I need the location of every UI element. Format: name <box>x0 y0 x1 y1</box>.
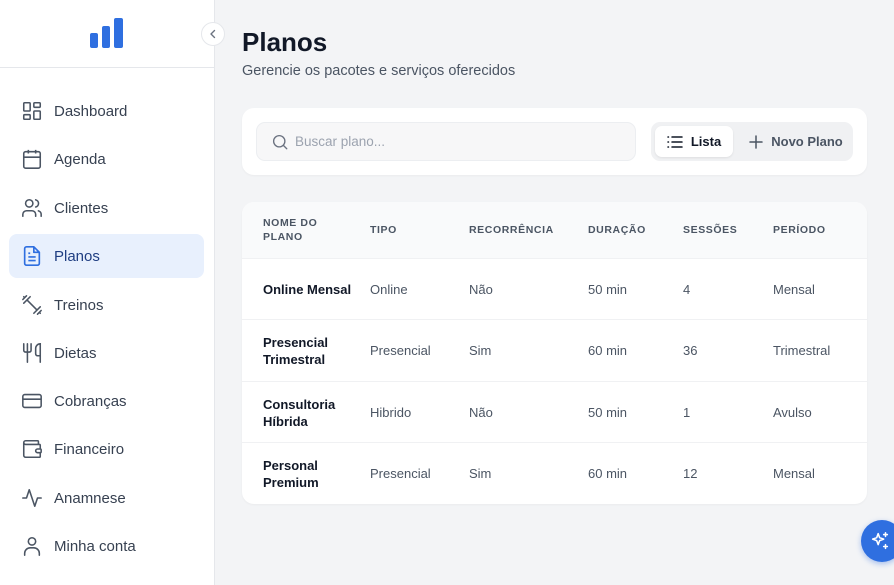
column-header-tipo[interactable]: TIPO <box>370 202 397 258</box>
sidebar: Dashboard Agenda Clientes Planos Treinos… <box>0 0 225 585</box>
plan-sessions: 12 <box>683 466 698 481</box>
new-plan-label: Novo Plano <box>771 134 843 149</box>
sidebar-collapse-button[interactable] <box>201 22 225 46</box>
table-row[interactable]: Online Mensal Online Não 50 min 4 Mensal <box>242 258 867 319</box>
plan-recurrence: Não <box>469 405 493 420</box>
sparkles-icon <box>871 531 889 550</box>
plan-type: Online <box>370 282 408 297</box>
plan-duration: 60 min <box>588 466 628 481</box>
table-header: NOME DO PLANO TIPO RECORRÊNCIA DURAÇÃO S… <box>242 202 867 258</box>
plan-sessions: 36 <box>683 343 698 358</box>
search-box <box>256 122 636 161</box>
sidebar-item-planos[interactable]: Planos <box>9 234 204 278</box>
column-header-nome[interactable]: NOME DO PLANO <box>263 202 343 258</box>
users-icon <box>20 196 44 220</box>
logo-icon <box>90 18 123 48</box>
sidebar-item-dashboard[interactable]: Dashboard <box>9 89 204 133</box>
plan-name: Personal Premium <box>263 457 319 490</box>
plan-recurrence: Sim <box>469 343 492 358</box>
plan-type: Presencial <box>370 466 431 481</box>
sidebar-item-anamnese[interactable]: Anamnese <box>9 476 204 520</box>
column-header-periodo[interactable]: PERÍODO <box>773 202 826 258</box>
toolbar: Lista Novo Plano <box>242 108 867 175</box>
plan-duration: 50 min <box>588 282 628 297</box>
column-header-duracao[interactable]: DURAÇÃO <box>588 202 646 258</box>
sidebar-item-label: Cobranças <box>54 392 127 410</box>
user-icon <box>20 534 44 558</box>
list-view-button[interactable]: Lista <box>655 126 733 157</box>
sidebar-item-label: Planos <box>54 247 100 265</box>
sidebar-item-label: Anamnese <box>54 489 126 507</box>
dashboard-icon <box>20 99 44 123</box>
main-content: Planos Gerencie os pacotes e serviços of… <box>215 0 894 585</box>
plan-sessions: 4 <box>683 282 691 297</box>
sidebar-item-label: Financeiro <box>54 440 125 458</box>
plan-sessions: 1 <box>683 405 691 420</box>
sidebar-item-label: Dietas <box>54 344 97 362</box>
plan-period: Mensal <box>773 282 815 297</box>
plan-name: Online Mensal <box>263 282 352 297</box>
search-icon <box>272 134 288 149</box>
table-row[interactable]: Personal Premium Presencial Sim 60 min 1… <box>242 442 867 503</box>
sidebar-item-label: Agenda <box>54 150 106 168</box>
table-row[interactable]: Consultoria Híbrida Hibrido Não 50 min 1… <box>242 381 867 442</box>
sidebar-item-label: Clientes <box>54 199 109 217</box>
sidebar-item-label: Minha conta <box>54 537 136 555</box>
utensils-icon <box>20 341 44 365</box>
sidebar-item-dietas[interactable]: Dietas <box>9 331 204 375</box>
credit-card-icon <box>20 389 44 413</box>
column-header-sessoes[interactable]: SESSÕES <box>683 202 737 258</box>
sidebar-item-agenda[interactable]: Agenda <box>9 137 204 181</box>
sidebar-item-financeiro[interactable]: Financeiro <box>9 427 204 471</box>
dumbbell-icon <box>20 293 44 317</box>
column-header-recorrencia[interactable]: RECORRÊNCIA <box>469 202 554 258</box>
plan-period: Avulso <box>773 405 812 420</box>
plan-duration: 50 min <box>588 405 628 420</box>
sidebar-item-label: Dashboard <box>54 102 128 120</box>
sidebar-item-clientes[interactable]: Clientes <box>9 186 204 230</box>
search-input[interactable] <box>295 134 615 149</box>
sidebar-item-treinos[interactable]: Treinos <box>9 283 204 327</box>
chevron-left-icon <box>210 29 216 39</box>
page-title: Planos <box>242 27 328 57</box>
wallet-icon <box>20 437 44 461</box>
new-plan-button[interactable]: Novo Plano <box>743 126 849 157</box>
table-row[interactable]: Presencial Trimestral Presencial Sim 60 … <box>242 319 867 380</box>
logo-area <box>0 0 214 68</box>
plan-type: Hibrido <box>370 405 412 420</box>
plan-type: Presencial <box>370 343 431 358</box>
plan-recurrence: Sim <box>469 466 492 481</box>
list-view-label: Lista <box>690 134 722 149</box>
sidebar-item-label: Treinos <box>54 296 104 314</box>
calendar-icon <box>20 147 44 171</box>
plan-recurrence: Não <box>469 282 493 297</box>
view-toggle: Lista Novo Plano <box>651 122 853 161</box>
plan-duration: 60 min <box>588 343 628 358</box>
plan-name: Consultoria Híbrida <box>263 396 336 429</box>
plan-name: Presencial Trimestral <box>263 334 329 367</box>
plus-icon <box>749 134 763 149</box>
plan-period: Mensal <box>773 466 815 481</box>
document-icon <box>20 244 44 268</box>
activity-icon <box>20 486 44 510</box>
page-subtitle: Gerencie os pacotes e serviços oferecido… <box>242 63 516 79</box>
plans-table: NOME DO PLANO TIPO RECORRÊNCIA DURAÇÃO S… <box>242 202 867 504</box>
plan-period: Trimestral <box>773 343 831 358</box>
sidebar-item-minha-conta[interactable]: Minha conta <box>9 524 204 568</box>
sidebar-item-cobrancas[interactable]: Cobranças <box>9 379 204 423</box>
list-icon <box>667 135 683 148</box>
